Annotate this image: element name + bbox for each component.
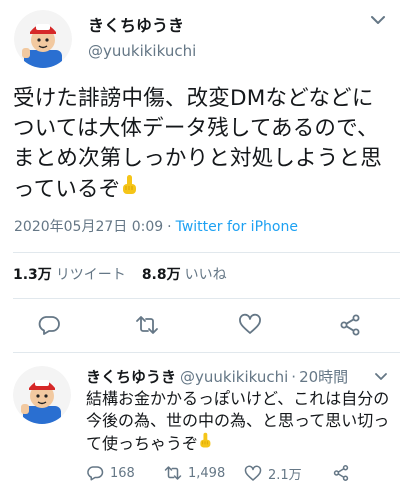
- tweet-stats: 1.3万 リツイート 8.8万 いいね: [13, 264, 227, 284]
- reply-time[interactable]: 20時間: [299, 368, 348, 386]
- reply-tweet[interactable]: きくちゆうき @yuukikikuchi · 20時間 結構お金かかるっぽいけど、これ…: [0, 352, 400, 494]
- like-label: いいね: [184, 267, 227, 283]
- reply-text: 結構お金かかるっぽいけど、これは自分の今後の為、世の中の為、と思って思い切って使…: [86, 388, 392, 455]
- like-icon[interactable]: [238, 313, 262, 337]
- reply-retweet-count: 1,498: [188, 465, 226, 481]
- retweet-icon: [164, 466, 182, 480]
- like-icon: [244, 465, 262, 481]
- like-count: 8.8万: [141, 267, 181, 283]
- retweet-label: リツイート: [55, 267, 126, 283]
- tweet-source[interactable]: Twitter for iPhone: [176, 219, 298, 235]
- author-avatar[interactable]: [14, 10, 72, 68]
- chevron-down-icon[interactable]: [374, 368, 388, 380]
- divider: [13, 298, 400, 299]
- share-icon[interactable]: [338, 313, 362, 337]
- retweet-stat[interactable]: 1.3万 リツイート: [13, 267, 126, 283]
- reply-author-handle[interactable]: @yuukikikuchi: [180, 368, 288, 386]
- chevron-down-icon[interactable]: [370, 12, 386, 26]
- reply-icon: [87, 466, 104, 481]
- reply-like-count: 2.1万: [268, 468, 302, 483]
- tweet-text-content: 受けた誹謗中傷、改変DMなどなどについては大体データ残してあるので、まとめ次第し…: [13, 86, 382, 202]
- retweet-icon[interactable]: [135, 313, 159, 337]
- tweet-meta: 2020年05月27日 0:09 · Twitter for iPhone: [14, 216, 298, 236]
- share-icon: [333, 465, 349, 481]
- reply-header: きくちゆうき @yuukikikuchi · 20時間: [86, 366, 348, 387]
- reply-reply-count: 168: [110, 465, 135, 481]
- reply-separator: ·: [291, 368, 297, 386]
- meta-separator: ·: [167, 219, 172, 235]
- reply-share-button[interactable]: [332, 464, 356, 482]
- author-avatar[interactable]: [13, 366, 71, 424]
- pointing-up-emoji: [120, 174, 138, 205]
- author-name[interactable]: きくちゆうき: [88, 12, 184, 36]
- pointing-up-emoji: [198, 432, 212, 455]
- reply-author-name[interactable]: きくちゆうき: [86, 368, 176, 386]
- reply-like-button[interactable]: 2.1万: [244, 464, 302, 483]
- tweet-text: 受けた誹謗中傷、改変DMなどなどについては大体データ残してあるので、まとめ次第し…: [13, 84, 391, 205]
- reply-icon[interactable]: [37, 313, 61, 337]
- like-stat[interactable]: 8.8万 いいね: [142, 267, 227, 283]
- divider: [13, 252, 400, 253]
- author-handle[interactable]: @yuukikikuchi: [88, 42, 196, 60]
- reply-reply-button[interactable]: 168: [86, 464, 135, 482]
- tweet-timestamp[interactable]: 2020年05月27日 0:09: [14, 219, 163, 235]
- reply-text-content: 結構お金かかるっぽいけど、これは自分の今後の為、世の中の為、と思って思い切って使…: [86, 389, 390, 453]
- reply-retweet-button[interactable]: 1,498: [164, 464, 225, 482]
- retweet-count: 1.3万: [13, 267, 52, 283]
